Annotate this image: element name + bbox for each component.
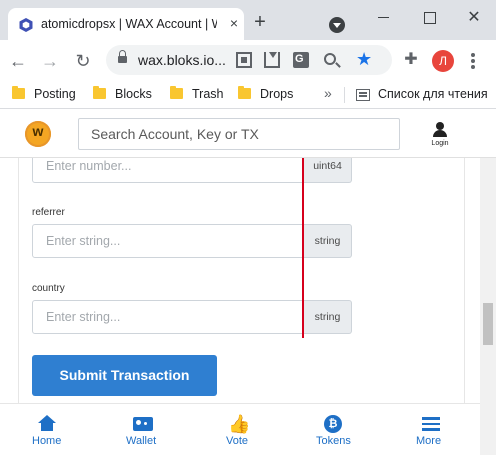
panel-border bbox=[18, 158, 19, 403]
nav-label: Home bbox=[32, 435, 62, 447]
number-field[interactable] bbox=[32, 158, 304, 183]
country-field[interactable] bbox=[32, 300, 304, 334]
window-close-button[interactable]: ✕ bbox=[462, 8, 486, 28]
maximize-button[interactable] bbox=[418, 8, 442, 28]
bitcoin-icon: ₿ bbox=[324, 415, 342, 433]
bookmark-star-icon[interactable]: ★ bbox=[356, 50, 376, 68]
panel-border bbox=[464, 158, 465, 403]
hamburger-icon bbox=[422, 417, 440, 431]
bookmarks-divider bbox=[344, 87, 345, 103]
tab-strip: atomicdropsx | WAX Account | W × + ✕ bbox=[0, 0, 496, 40]
extensions-puzzle-icon[interactable]: ✚ bbox=[402, 51, 420, 69]
nav-label: Wallet bbox=[126, 435, 157, 447]
bloks-favicon-icon bbox=[19, 18, 33, 32]
login-label: Login bbox=[431, 140, 449, 147]
country-label: country bbox=[32, 283, 65, 294]
type-badge-string: string bbox=[304, 300, 352, 334]
referrer-field[interactable] bbox=[32, 224, 304, 258]
search-input[interactable] bbox=[79, 119, 399, 149]
install-app-icon[interactable] bbox=[264, 52, 280, 68]
bookmarks-bar: Posting Blocks Trash Drops » Список для … bbox=[0, 81, 496, 109]
type-badge-uint64: uint64 bbox=[304, 158, 352, 183]
bookmark-label: Blocks bbox=[115, 87, 152, 101]
nav-wallet[interactable]: Wallet bbox=[122, 404, 166, 455]
reading-list-label[interactable]: Список для чтения bbox=[378, 87, 488, 101]
annotation-red-line bbox=[302, 158, 304, 338]
address-bar[interactable]: wax.bloks.io... ★ bbox=[106, 45, 392, 75]
nav-tokens[interactable]: ₿ Tokens bbox=[312, 404, 356, 455]
nav-vote[interactable]: 👍 Vote bbox=[222, 404, 258, 455]
transaction-form: uint64 referrer string country string Su… bbox=[0, 158, 480, 403]
bookmark-label: Posting bbox=[34, 87, 76, 101]
reading-list-icon[interactable] bbox=[356, 89, 370, 101]
bookmark-posting[interactable]: Posting bbox=[12, 86, 92, 103]
login-button[interactable]: Login bbox=[425, 122, 455, 152]
referrer-label: referrer bbox=[32, 207, 65, 218]
user-icon bbox=[432, 122, 448, 138]
bookmark-trash[interactable]: Trash bbox=[170, 86, 230, 103]
country-input[interactable] bbox=[33, 301, 303, 333]
profile-avatar[interactable]: Л bbox=[432, 50, 454, 72]
folder-icon bbox=[12, 86, 25, 99]
scrollbar-thumb[interactable] bbox=[483, 303, 493, 345]
minimize-button[interactable] bbox=[372, 8, 396, 28]
bottom-nav: Home Wallet 👍 Vote ₿ Tokens More bbox=[0, 403, 480, 455]
tab-title: atomicdropsx | WAX Account | W bbox=[41, 17, 217, 31]
browser-menu-icon[interactable] bbox=[471, 53, 475, 69]
bookmark-label: Trash bbox=[192, 87, 224, 101]
browser-tab[interactable]: atomicdropsx | WAX Account | W × bbox=[8, 8, 244, 40]
reload-icon[interactable]: ↻ bbox=[73, 51, 93, 71]
bookmark-label: Drops bbox=[260, 87, 294, 101]
type-badge-string: string bbox=[304, 224, 352, 258]
browser-toolbar: ← → ↻ wax.bloks.io... ★ ✚ Л bbox=[0, 40, 496, 81]
nav-home[interactable]: Home bbox=[28, 404, 68, 455]
tab-close-icon[interactable]: × bbox=[226, 15, 242, 31]
url-text[interactable]: wax.bloks.io... bbox=[138, 52, 226, 68]
tab-search-icon[interactable] bbox=[329, 17, 345, 33]
home-icon bbox=[37, 415, 57, 433]
page-scrollbar[interactable] bbox=[480, 158, 496, 455]
lock-icon[interactable] bbox=[118, 50, 127, 65]
translate-icon[interactable] bbox=[293, 52, 309, 68]
folder-icon bbox=[93, 86, 106, 99]
wax-logo-icon[interactable] bbox=[25, 121, 51, 147]
site-search[interactable] bbox=[78, 118, 400, 150]
folder-icon bbox=[170, 86, 183, 99]
forward-arrow-icon[interactable]: → bbox=[40, 51, 60, 71]
nav-label: Tokens bbox=[316, 435, 351, 447]
wallet-icon bbox=[133, 417, 153, 431]
qr-code-icon[interactable] bbox=[236, 52, 252, 68]
thumbs-up-icon: 👍 bbox=[228, 414, 251, 434]
submit-transaction-button[interactable]: Submit Transaction bbox=[32, 355, 217, 396]
site-header: Login bbox=[0, 110, 496, 158]
bookmarks-overflow-icon[interactable]: » bbox=[324, 85, 332, 101]
bookmark-blocks[interactable]: Blocks bbox=[93, 86, 163, 103]
back-arrow-icon[interactable]: ← bbox=[8, 51, 28, 71]
bookmark-drops[interactable]: Drops bbox=[238, 86, 298, 103]
referrer-input[interactable] bbox=[33, 225, 303, 257]
number-input[interactable] bbox=[33, 158, 303, 182]
nav-more[interactable]: More bbox=[412, 404, 450, 455]
nav-label: More bbox=[416, 435, 442, 447]
new-tab-button[interactable]: + bbox=[250, 12, 270, 33]
zoom-icon[interactable] bbox=[324, 53, 336, 65]
folder-icon bbox=[238, 86, 251, 99]
nav-label: Vote bbox=[226, 435, 249, 447]
